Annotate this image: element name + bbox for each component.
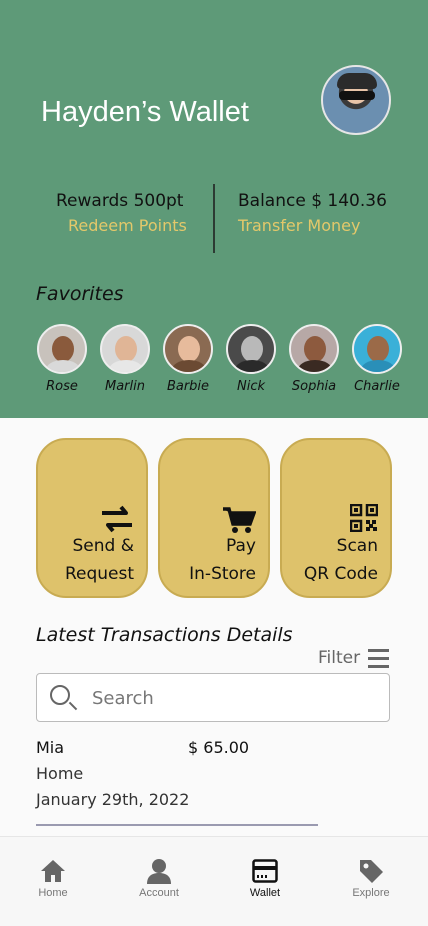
filter-button[interactable]: Filter xyxy=(318,648,390,668)
transaction-name: Mia xyxy=(36,738,65,757)
bottom-nav: Home Account Wallet Explore xyxy=(0,836,428,926)
nav-home[interactable]: Home xyxy=(18,857,88,899)
nav-label: Home xyxy=(38,887,68,899)
favorite-contact-nick[interactable]: Nick xyxy=(224,324,278,394)
stats-divider xyxy=(213,184,215,253)
favorite-name: Charlie xyxy=(354,379,400,394)
redeem-points-link[interactable]: Redeem Points xyxy=(68,216,187,235)
favorites-title: Favorites xyxy=(36,283,124,305)
favorite-contact-marlin[interactable]: Marlin xyxy=(98,324,152,394)
nav-account[interactable]: Account xyxy=(124,857,194,899)
account-icon xyxy=(124,857,194,885)
balance-label: Balance $ 140.36 xyxy=(238,191,387,211)
avatar xyxy=(37,324,87,374)
transaction-category: Home xyxy=(36,764,84,783)
avatar xyxy=(163,324,213,374)
favorite-contact-barbie[interactable]: Barbie xyxy=(161,324,215,394)
nav-explore[interactable]: Explore xyxy=(336,857,406,899)
transactions-title: Latest Transactions Details xyxy=(36,624,293,646)
transaction-date: January 29th, 2022 xyxy=(36,790,190,809)
wallet-header: Hayden’s Wallet Rewards 500pt Redeem Poi… xyxy=(0,0,428,418)
favorite-name: Marlin xyxy=(105,379,145,394)
transaction-amount: $ 65.00 xyxy=(188,738,250,757)
search-input[interactable] xyxy=(92,686,372,710)
action-label-line2: Request xyxy=(64,564,134,584)
avatar xyxy=(289,324,339,374)
transaction-divider xyxy=(36,824,318,826)
search-icon xyxy=(50,685,70,705)
profile-avatar[interactable] xyxy=(321,65,391,135)
search-box[interactable] xyxy=(36,673,390,722)
tag-icon xyxy=(336,857,406,885)
action-label-line1: Scan xyxy=(336,536,378,556)
pay-in-store-button[interactable]: Pay In-Store xyxy=(158,438,270,598)
transfer-money-link[interactable]: Transfer Money xyxy=(238,216,360,235)
filter-label: Filter xyxy=(318,648,361,668)
avatar xyxy=(100,324,150,374)
scan-qr-code-button[interactable]: Scan QR Code xyxy=(280,438,392,598)
avatar xyxy=(226,324,276,374)
action-label-line1: Send & xyxy=(72,536,134,556)
action-label-line2: In-Store xyxy=(189,564,256,584)
page-title: Hayden’s Wallet xyxy=(41,96,249,128)
favorite-contact-sophia[interactable]: Sophia xyxy=(287,324,341,394)
send-request-button[interactable]: Send & Request xyxy=(36,438,148,598)
favorite-contact-rose[interactable]: Rose xyxy=(35,324,89,394)
favorite-name: Rose xyxy=(46,379,78,394)
menu-lines-icon xyxy=(368,648,390,668)
nav-label: Explore xyxy=(352,887,390,899)
nav-wallet[interactable]: Wallet xyxy=(230,857,300,899)
action-label-line2: QR Code xyxy=(303,564,378,584)
favorite-contact-charlie[interactable]: Charlie xyxy=(350,324,404,394)
home-icon xyxy=(18,857,88,885)
rewards-label: Rewards 500pt xyxy=(56,191,184,211)
favorite-name: Sophia xyxy=(291,379,337,394)
nav-label: Account xyxy=(139,887,179,899)
nav-label: Wallet xyxy=(249,887,281,899)
avatar xyxy=(352,324,402,374)
action-label-line1: Pay xyxy=(226,536,256,556)
wallet-card-icon xyxy=(230,857,300,885)
favorite-name: Nick xyxy=(236,379,265,394)
favorite-name: Barbie xyxy=(166,379,210,394)
